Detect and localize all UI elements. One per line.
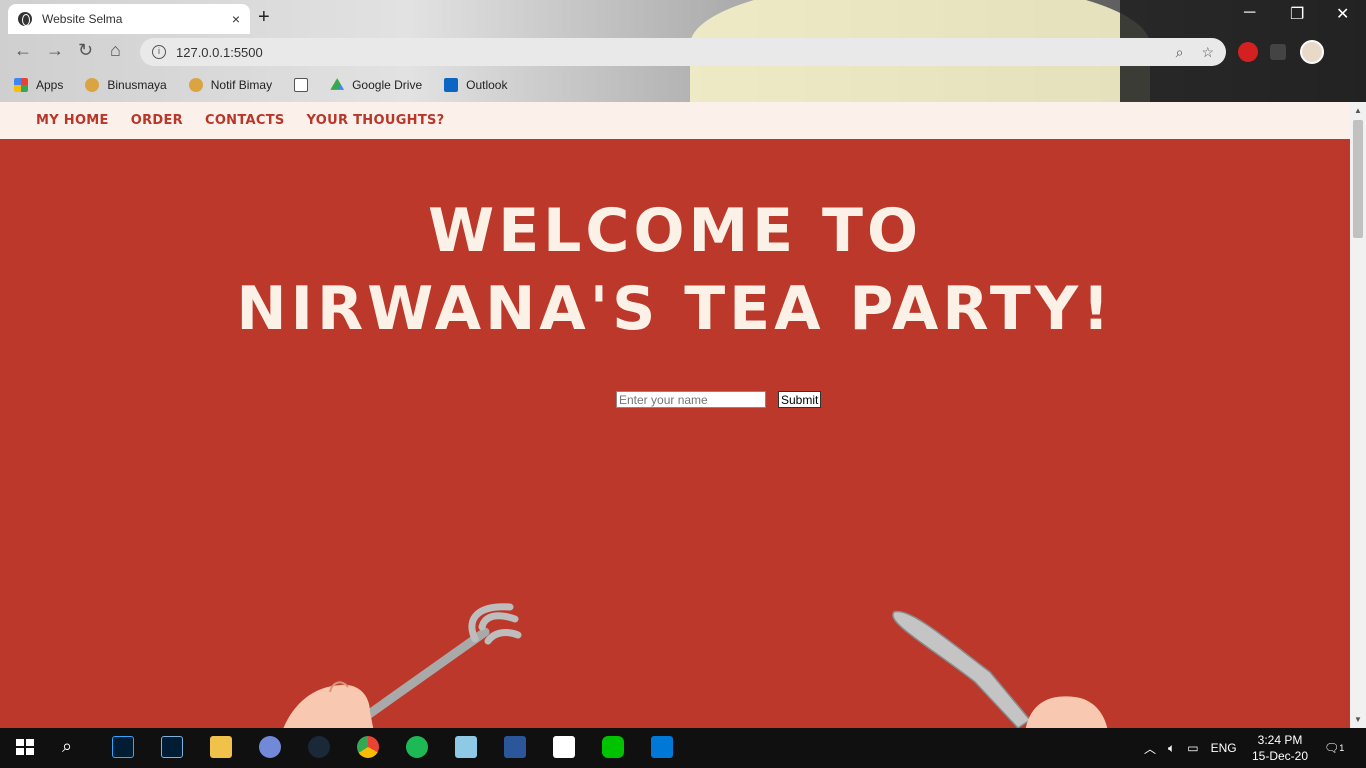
bookmark-apps[interactable]: Apps xyxy=(14,78,63,92)
hero-line-2: NIRWANA'S TEA PARTY! xyxy=(236,274,1114,344)
minimize-icon[interactable]: ─ xyxy=(1244,4,1255,22)
restore-icon[interactable]: ❐ xyxy=(1290,4,1304,24)
vscode-icon[interactable] xyxy=(651,736,673,758)
site-info-icon[interactable]: i xyxy=(152,45,166,59)
clock-date: 15-Dec-20 xyxy=(1252,749,1309,763)
windows-taskbar: ⌕ ︿ 🔈︎ ▭ ENG 3:24 PM 15-Dec-20 🗨︎ 1 xyxy=(0,728,1366,768)
nav-contacts[interactable]: CONTACTS xyxy=(205,113,285,128)
submit-button[interactable]: Submit xyxy=(778,391,822,408)
lightroom-icon[interactable] xyxy=(161,736,183,758)
file-explorer-icon[interactable] xyxy=(210,736,232,758)
new-tab-button[interactable]: + xyxy=(258,6,270,29)
hand-with-fork-illustration xyxy=(283,603,522,728)
word-icon[interactable] xyxy=(504,736,526,758)
apps-grid-icon xyxy=(14,78,28,92)
volume-icon[interactable]: 🔈︎ xyxy=(1168,741,1175,756)
bookmark-label: Outlook xyxy=(466,78,508,92)
outlook-icon xyxy=(444,78,459,92)
bookmark-star-icon[interactable]: ☆ xyxy=(1201,44,1214,61)
extensions-puzzle-icon[interactable] xyxy=(1270,44,1286,60)
tab-close-icon[interactable]: × xyxy=(232,11,240,27)
hero-heading: WELCOME TO NIRWANA'S TEA PARTY! xyxy=(0,192,1350,348)
bookmark-outlook[interactable]: Outlook xyxy=(444,78,507,92)
nav-your-thoughts[interactable]: YOUR THOUGHTS? xyxy=(307,113,445,128)
search-icon[interactable]: ⌕ xyxy=(62,736,84,758)
home-icon[interactable]: ⌂ xyxy=(110,40,121,61)
bookmark-label: Google Drive xyxy=(352,78,423,92)
nav-order[interactable]: ORDER xyxy=(131,113,183,128)
notification-icon: 🗨︎ xyxy=(1324,741,1340,755)
browser-tab[interactable]: Website Selma × xyxy=(8,4,250,34)
chevron-up-icon[interactable]: ︿ xyxy=(1144,740,1156,757)
tab-title: Website Selma xyxy=(42,12,123,26)
chrome-icon[interactable] xyxy=(357,736,379,758)
system-tray: ︿ 🔈︎ ▭ ENG xyxy=(1144,728,1237,768)
photoshop-icon[interactable] xyxy=(112,736,134,758)
notification-center[interactable]: 🗨︎ 1 xyxy=(1324,728,1344,768)
nav-my-home[interactable]: MY HOME xyxy=(36,113,109,128)
sticky-notes-icon[interactable] xyxy=(553,736,575,758)
line-app-icon[interactable] xyxy=(602,736,624,758)
discord-icon[interactable] xyxy=(259,736,281,758)
bookmark-google-drive[interactable]: Google Drive xyxy=(330,78,422,92)
image-bookmark-icon xyxy=(294,78,309,92)
bookmark-binusmaya[interactable]: Binusmaya xyxy=(85,78,167,92)
reload-icon[interactable]: ↻ xyxy=(78,40,93,61)
extension-hand-icon[interactable] xyxy=(1238,42,1258,62)
clock[interactable]: 3:24 PM 15-Dec-20 xyxy=(1252,732,1308,764)
browser-chrome: Website Selma × + ─ ❐ ✕ ← → ↻ ⌂ i 127.0.… xyxy=(0,0,1366,102)
globe-icon xyxy=(18,12,32,26)
notes-app-icon[interactable] xyxy=(455,736,477,758)
scroll-down-icon[interactable]: ▼ xyxy=(1354,715,1362,724)
page-scrollbar[interactable]: ▲ ▼ xyxy=(1350,102,1366,728)
zoom-icon[interactable]: ⌕ xyxy=(1176,44,1184,61)
browser-toolbar: ← → ↻ ⌂ i 127.0.0.1:5500 ⌕ ☆ xyxy=(0,34,1366,70)
bookmark-label: Notif Bimay xyxy=(210,78,273,92)
url-text: 127.0.0.1:5500 xyxy=(176,44,263,60)
site-nav: MY HOME ORDER CONTACTS YOUR THOUGHTS? xyxy=(0,102,1350,139)
hand-with-knife-illustration xyxy=(892,610,1108,728)
profile-avatar[interactable] xyxy=(1300,40,1324,64)
scroll-up-icon[interactable]: ▲ xyxy=(1354,106,1362,115)
back-arrow-icon[interactable]: ← xyxy=(14,40,32,61)
steam-icon[interactable] xyxy=(308,736,330,758)
spotify-icon[interactable] xyxy=(406,736,428,758)
address-bar[interactable]: i 127.0.0.1:5500 ⌕ ☆ xyxy=(140,38,1226,66)
forward-arrow-icon[interactable]: → xyxy=(46,40,64,61)
windows-start-icon[interactable] xyxy=(14,736,36,758)
language-indicator[interactable]: ENG xyxy=(1211,741,1237,755)
hero-line-1: WELCOME TO xyxy=(428,196,922,266)
name-input[interactable] xyxy=(616,391,766,408)
web-page: MY HOME ORDER CONTACTS YOUR THOUGHTS? WE… xyxy=(0,102,1350,728)
star-bookmark-icon xyxy=(188,78,203,92)
bookmark-image[interactable] xyxy=(294,78,309,92)
google-drive-icon xyxy=(330,78,345,90)
bookmark-label: Apps xyxy=(36,78,64,92)
notification-count: 1 xyxy=(1339,743,1345,753)
bookmarks-bar: Apps Binusmaya Notif Bimay Google Drive … xyxy=(0,72,1366,98)
star-bookmark-icon xyxy=(85,78,100,92)
scroll-thumb[interactable] xyxy=(1353,120,1363,238)
name-form: Submit xyxy=(616,391,822,408)
clock-time: 3:24 PM xyxy=(1257,733,1303,747)
bookmark-notif-bimay[interactable]: Notif Bimay xyxy=(188,78,273,92)
bookmark-label: Binusmaya xyxy=(107,78,167,92)
network-icon[interactable]: ▭ xyxy=(1187,741,1198,755)
close-window-icon[interactable]: ✕ xyxy=(1336,4,1349,24)
